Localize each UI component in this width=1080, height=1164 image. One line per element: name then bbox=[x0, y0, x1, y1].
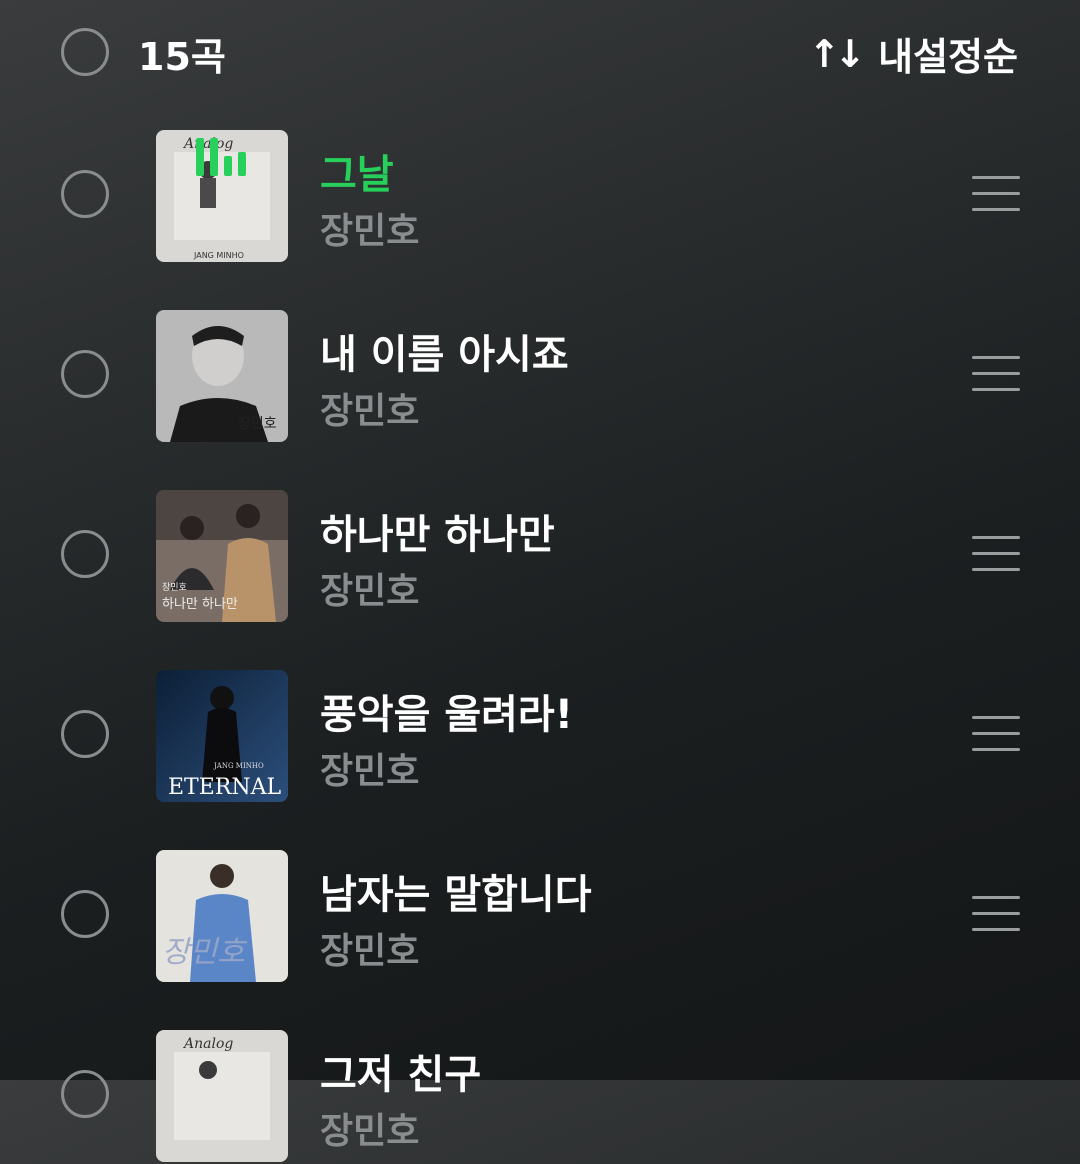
track-select-checkbox[interactable] bbox=[61, 350, 109, 398]
track-artist: 장민호 bbox=[320, 931, 420, 972]
drag-handle-icon[interactable] bbox=[972, 896, 1020, 932]
drag-handle-icon[interactable] bbox=[972, 176, 1020, 212]
track-title: 하나만 하나만 bbox=[320, 512, 555, 558]
sort-label: 내설정순 bbox=[878, 35, 1018, 79]
track-artist: 장민호 bbox=[320, 1111, 420, 1152]
track-select-checkbox[interactable] bbox=[61, 170, 109, 218]
album-text: Analog bbox=[182, 1036, 233, 1052]
track-artist: 장민호 bbox=[320, 211, 420, 252]
album-art[interactable]: Analog JANG MINHO bbox=[156, 130, 288, 262]
track-artist: 장민호 bbox=[320, 751, 420, 792]
album-art[interactable]: ETERNAL JANG MINHO bbox=[156, 670, 288, 802]
album-text: ETERNAL bbox=[168, 775, 281, 800]
album-text: Analog bbox=[182, 136, 233, 152]
album-text: 장민호 bbox=[162, 935, 247, 970]
album-text: 장민호 bbox=[162, 582, 187, 593]
select-all-checkbox[interactable] bbox=[61, 28, 109, 76]
track-select-checkbox[interactable] bbox=[61, 1070, 109, 1118]
album-text: JANG MINHO bbox=[213, 762, 264, 770]
track-artist: 장민호 bbox=[320, 571, 420, 612]
album-art[interactable]: 장민호 하나만 하나만 bbox=[156, 490, 288, 622]
album-text: 장민호 bbox=[238, 416, 277, 432]
track-title: 풍악을 울려라! bbox=[320, 692, 573, 738]
album-text: 하나만 하나만 bbox=[162, 597, 238, 612]
sort-arrows-icon: ↑↓ bbox=[808, 31, 866, 76]
track-title: 남자는 말합니다 bbox=[320, 872, 592, 918]
track-title: 그저 친구 bbox=[320, 1052, 482, 1098]
track-row[interactable]: 장민호 하나만 하나만 하나만 하나만 장민호 bbox=[0, 490, 1080, 624]
album-art[interactable]: Analog bbox=[156, 1030, 288, 1162]
drag-handle-icon[interactable] bbox=[972, 536, 1020, 572]
track-select-checkbox[interactable] bbox=[61, 710, 109, 758]
drag-handle-icon[interactable] bbox=[972, 356, 1020, 392]
track-row[interactable]: Analog JANG MINHO 그날 장민호 bbox=[0, 130, 1080, 264]
track-artist: 장민호 bbox=[320, 391, 420, 432]
track-row[interactable]: 장민호 남자는 말합니다 장민호 bbox=[0, 850, 1080, 984]
drag-handle-icon[interactable] bbox=[972, 716, 1020, 752]
sort-button[interactable]: ↑↓ 내설정순 bbox=[808, 26, 1018, 81]
track-select-checkbox[interactable] bbox=[61, 530, 109, 578]
album-text: JANG MINHO bbox=[193, 251, 244, 260]
track-row[interactable]: 장민호 내 이름 아시죠 장민호 bbox=[0, 310, 1080, 444]
track-row[interactable]: Analog 그저 친구 장민호 bbox=[0, 1030, 1080, 1164]
track-title: 그날 bbox=[320, 152, 394, 198]
playlist-header: 15곡 ↑↓ 내설정순 bbox=[0, 0, 1080, 100]
album-art[interactable]: 장민호 bbox=[156, 850, 288, 982]
track-count: 15곡 bbox=[138, 35, 226, 79]
track-select-checkbox[interactable] bbox=[61, 890, 109, 938]
track-title: 내 이름 아시죠 bbox=[320, 332, 569, 378]
track-row[interactable]: ETERNAL JANG MINHO 풍악을 울려라! 장민호 bbox=[0, 670, 1080, 804]
album-art[interactable]: 장민호 bbox=[156, 310, 288, 442]
